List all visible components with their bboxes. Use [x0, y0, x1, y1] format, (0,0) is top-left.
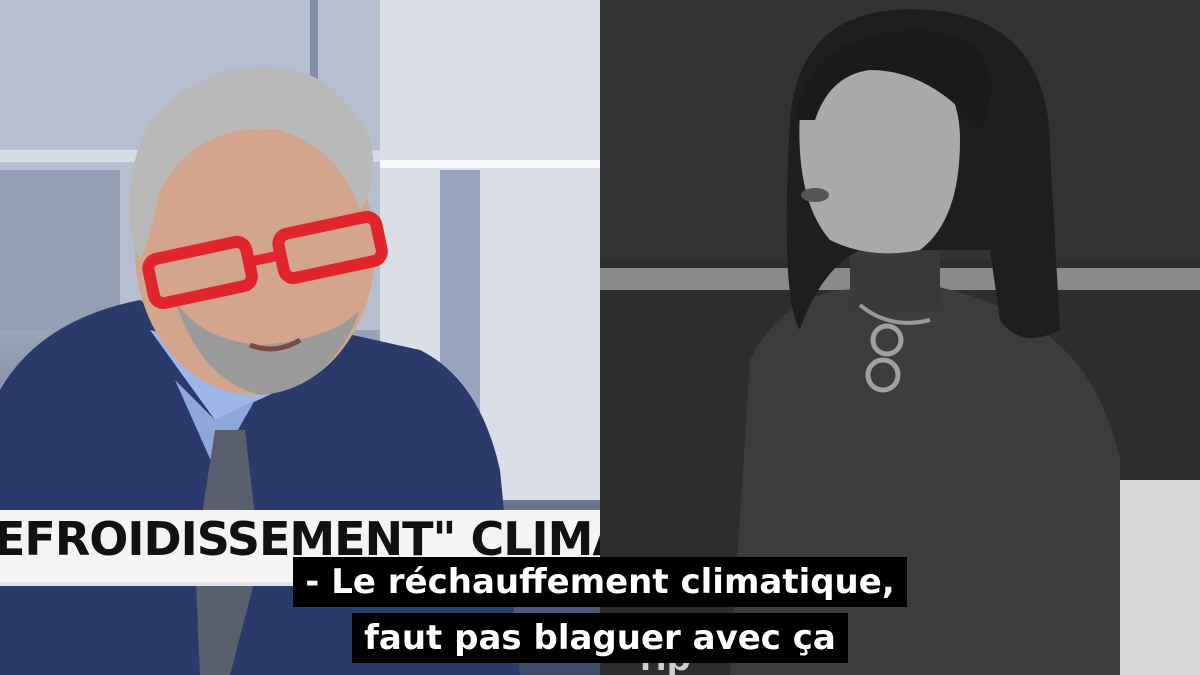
- subtitle-overlay: - Le réchauffement climatique, faut pas …: [0, 557, 1200, 669]
- subtitle-line-1: - Le réchauffement climatique,: [293, 557, 907, 607]
- subtitle-line-2: faut pas blaguer avec ça: [352, 613, 848, 663]
- video-frame: EFROIDISSEMENT" CLIMAT rip: [0, 0, 1200, 675]
